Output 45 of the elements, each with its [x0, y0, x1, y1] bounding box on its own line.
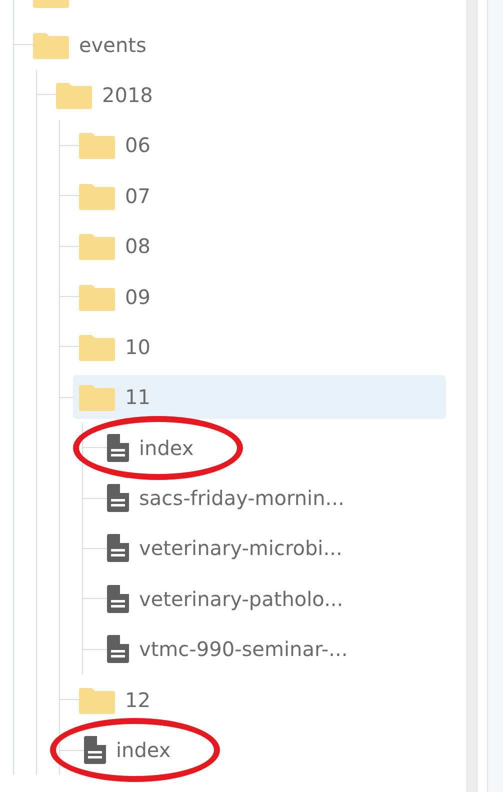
file-item[interactable]: sacs-friday-mornin... [101, 476, 446, 520]
document-icon [107, 484, 129, 512]
folder-icon [56, 80, 92, 109]
folder-item[interactable]: 11 [73, 375, 446, 420]
folder-item[interactable]: 09 [73, 274, 446, 319]
item-label: 07 [125, 184, 150, 208]
file-item[interactable]: veterinary-patholo... [101, 576, 446, 621]
document-icon [107, 635, 129, 664]
document-icon [107, 584, 129, 613]
folder-item[interactable]: 06 [73, 123, 446, 168]
file-item[interactable]: veterinary-microbi... [101, 526, 446, 570]
folder-icon [79, 383, 115, 412]
item-label: 09 [125, 284, 150, 309]
folder-item[interactable]: 07 [73, 174, 446, 218]
item-label: 12 [125, 688, 150, 712]
item-label: veterinary-microbi... [139, 536, 342, 560]
item-label: events [79, 32, 146, 57]
item-label: veterinary-patholo... [139, 586, 344, 611]
folder-icon [79, 332, 115, 361]
document-icon [107, 534, 129, 562]
document-icon [84, 736, 106, 764]
folder-icon [79, 182, 115, 210]
folder-item[interactable]: 08 [73, 224, 446, 268]
item-label: 2018 [102, 82, 153, 107]
file-item[interactable]: vtmc-990-seminar-... [101, 627, 446, 672]
item-label: index [116, 738, 171, 762]
document-icon [107, 434, 129, 462]
folder-icon [79, 282, 115, 311]
folder-item[interactable]: events [27, 22, 446, 67]
folder-icon [33, 30, 69, 59]
folder-icon [79, 232, 115, 260]
file-item[interactable]: index [78, 728, 446, 772]
item-label: vtmc-990-seminar-... [139, 637, 348, 662]
item-label: 10 [125, 334, 150, 359]
folder-item[interactable]: 2018 [50, 72, 446, 117]
item-label: 06 [125, 133, 150, 158]
item-label: sacs-friday-mornin... [139, 486, 344, 510]
item-label: 11 [125, 385, 150, 410]
folder-icon [79, 131, 115, 160]
file-item[interactable]: index [101, 426, 446, 470]
item-label: index [139, 436, 194, 460]
folder-icon [79, 686, 115, 714]
item-label: 08 [125, 234, 150, 258]
folder-item[interactable]: 10 [73, 324, 446, 369]
folder-item[interactable]: 12 [73, 678, 446, 722]
